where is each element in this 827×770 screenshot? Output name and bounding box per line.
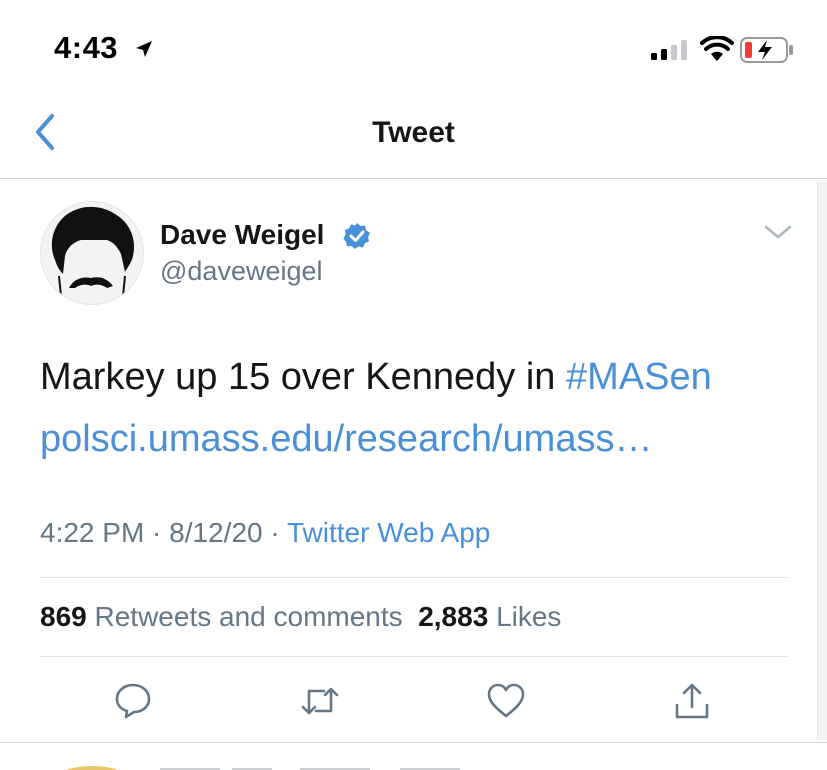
avatar-illustration <box>51 206 135 297</box>
author-handle[interactable]: @daveweigel <box>160 256 323 287</box>
tweet-source-link[interactable]: Twitter Web App <box>287 517 490 548</box>
avatar[interactable] <box>40 201 144 305</box>
tweet-time: 4:22 PM <box>40 517 145 548</box>
author-name[interactable]: Dave Weigel <box>160 219 324 251</box>
tweet-text-body: Markey up 15 over Kennedy in <box>40 356 566 398</box>
tweet-text: Markey up 15 over Kennedy in #MASen <box>40 356 712 399</box>
retweets-label: Retweets and comments <box>94 601 403 632</box>
share-icon[interactable] <box>672 681 712 721</box>
location-arrow-icon <box>136 41 152 57</box>
tweet-date: 8/12/20 <box>169 517 263 548</box>
cellular-signal-icon <box>651 40 687 60</box>
tweet-url-link[interactable]: polsci.umass.edu/research/umass… <box>40 418 652 461</box>
divider <box>40 577 788 578</box>
next-reply-peek <box>66 766 460 770</box>
battery-icon <box>740 37 793 63</box>
meta-separator: · <box>262 517 287 548</box>
chevron-down-icon[interactable] <box>762 222 794 242</box>
nav-divider <box>0 178 827 179</box>
retweets-count: 869 <box>40 601 87 632</box>
verified-badge-icon <box>343 223 370 249</box>
reply-icon[interactable] <box>113 681 153 721</box>
meta-separator: · <box>144 517 170 548</box>
retweet-icon[interactable] <box>300 681 340 721</box>
retweets-stat[interactable]: 869 Retweets and comments <box>40 601 403 632</box>
divider <box>40 656 788 657</box>
like-icon[interactable] <box>486 681 526 721</box>
likes-count: 2,883 <box>418 601 489 632</box>
hashtag-link[interactable]: #MASen <box>566 356 712 398</box>
tweet-meta: 4:22 PM · 8/12/20 · Twitter Web App <box>40 517 490 549</box>
scrollbar-track[interactable] <box>817 180 827 740</box>
status-time: 4:43 <box>54 30 119 65</box>
likes-stat[interactable]: 2,883 Likes <box>418 601 561 632</box>
wifi-icon <box>700 36 734 61</box>
tweet-stats: 869 Retweets and comments 2,883 Likes <box>40 601 561 633</box>
page-title: Tweet <box>372 116 455 149</box>
likes-label: Likes <box>496 601 562 632</box>
